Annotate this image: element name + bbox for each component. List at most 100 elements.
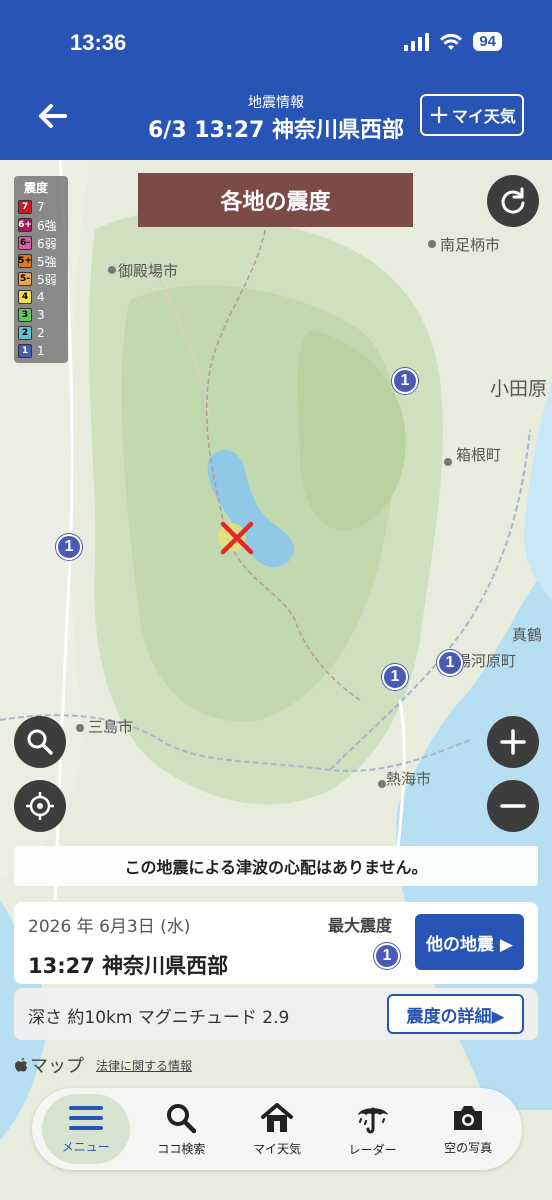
- tab-my-weather[interactable]: マイ天気: [233, 1094, 321, 1164]
- wifi-icon: [440, 33, 463, 50]
- camera-icon: [454, 1105, 483, 1130]
- legend-label: 3: [37, 308, 45, 322]
- legend-chip: 2: [18, 326, 32, 340]
- legend-chip: 4: [18, 290, 32, 304]
- place-atami: 熱海市: [386, 770, 432, 788]
- place-dot: [76, 724, 84, 732]
- intensity-details-button[interactable]: 震度の詳細▶: [387, 994, 524, 1034]
- legend-label: 4: [37, 290, 45, 304]
- legend-row: 4 4: [18, 288, 64, 306]
- page-title: 6/3 13:27 神奈川県西部: [148, 118, 404, 143]
- tab-label: ココ検索: [157, 1141, 206, 1156]
- intensity-legend: 震度 7 7 6+ 6強 6- 6弱 5+ 5強 5- 5弱 4 4 3 3 2…: [14, 176, 68, 363]
- apple-logo-icon: [15, 1058, 28, 1072]
- place-dot: [444, 458, 452, 466]
- legend-label: 7: [37, 200, 45, 214]
- place-manazuru: 真鶴: [512, 626, 543, 644]
- place-dot: [108, 266, 116, 274]
- epicenter-x-icon: [220, 521, 254, 555]
- tab-label: メニュー: [61, 1139, 110, 1154]
- menu-icon: [68, 1105, 103, 1130]
- tab-location-search[interactable]: ココ検索: [137, 1094, 225, 1164]
- search-icon: [27, 729, 53, 755]
- umbrella-icon: [357, 1107, 388, 1133]
- place-mishima: 三島市: [88, 718, 134, 736]
- tab-label: マイ天気: [252, 1141, 301, 1156]
- legend-chip: 5-: [18, 272, 32, 286]
- top-bar: 13:36 94 地震情報 6/3 13:27 神奈川県西部 + マイ天気: [0, 0, 552, 160]
- plus-icon: [500, 729, 526, 755]
- signal-icon: [404, 32, 430, 51]
- status-icons: 94: [404, 32, 502, 51]
- legend-chip: 6+: [18, 218, 32, 232]
- intensity-banner: 各地の震度: [138, 173, 413, 227]
- tab-radar[interactable]: レーダー: [329, 1094, 417, 1164]
- intensity-marker[interactable]: 1: [56, 534, 82, 560]
- legend-chip: 3: [18, 308, 32, 322]
- place-odawara: 小田原: [490, 378, 548, 400]
- battery-indicator: 94: [473, 32, 502, 51]
- legend-chip: 6-: [18, 236, 32, 250]
- crosshair-icon: [26, 792, 54, 820]
- status-time: 13:36: [70, 30, 127, 55]
- map-terrain: [0, 160, 552, 1200]
- map-attribution: マップ 法律に関する情報: [14, 1052, 192, 1078]
- plus-icon: +: [428, 100, 450, 130]
- legend-label: 5弱: [37, 272, 57, 287]
- home-icon: [260, 1102, 293, 1132]
- legend-row: 7 7: [18, 198, 64, 216]
- quake-date: 2026 年 6月3日 (水): [28, 917, 191, 937]
- tab-label: 空の写真: [444, 1140, 493, 1155]
- search-icon: [167, 1103, 197, 1133]
- legend-row: 3 3: [18, 306, 64, 324]
- zoom-in-button[interactable]: [487, 716, 539, 768]
- depth-magnitude-text: 深さ 約10km マグニチュード 2.9: [28, 1008, 290, 1028]
- tab-label: レーダー: [348, 1142, 397, 1157]
- refresh-button[interactable]: [487, 175, 539, 227]
- map-search-button[interactable]: [14, 716, 66, 768]
- legend-row: 6+ 6強: [18, 216, 64, 234]
- my-weather-label: マイ天気: [451, 107, 516, 126]
- tab-sky-photo[interactable]: 空の写真: [424, 1094, 512, 1164]
- place-minami-ashigara: 南足柄市: [440, 236, 501, 254]
- refresh-icon: [501, 187, 525, 214]
- quake-time-place: 13:27 神奈川県西部: [28, 954, 229, 978]
- intensity-marker[interactable]: 1: [382, 664, 408, 690]
- tsunami-notice: この地震による津波の心配はありません。: [14, 846, 538, 886]
- legend-chip: 7: [18, 200, 32, 214]
- bottom-tab-bar: メニュー ココ検索 マイ天気 レーダー 空の写真: [32, 1088, 522, 1170]
- other-earthquakes-button[interactable]: 他の地震 ▶: [415, 914, 524, 970]
- zoom-out-button[interactable]: [487, 780, 539, 832]
- legend-label: 6弱: [37, 236, 57, 251]
- apple-maps-logo: マップ: [14, 1052, 84, 1078]
- legend-row: 5- 5弱: [18, 270, 64, 288]
- legend-label: 6強: [37, 218, 57, 233]
- place-gotemba: 御殿場市: [118, 262, 179, 280]
- max-intensity-label: 最大震度: [328, 916, 393, 935]
- current-location-button[interactable]: [14, 780, 66, 832]
- quake-detail-bar: 深さ 約10km マグニチュード 2.9 震度の詳細▶: [14, 988, 538, 1040]
- tab-menu[interactable]: メニュー: [41, 1094, 130, 1164]
- legend-label: 5強: [37, 254, 57, 269]
- quake-info-card: 2026 年 6月3日 (水) 13:27 神奈川県西部 最大震度 1 他の地震…: [14, 902, 538, 984]
- legal-link[interactable]: 法律に関する情報: [96, 1057, 192, 1074]
- legend-row: 2 2: [18, 324, 64, 342]
- minus-icon: [500, 804, 526, 808]
- legend-row: 6- 6弱: [18, 234, 64, 252]
- intensity-marker[interactable]: 1: [437, 650, 463, 676]
- legend-chip: 1: [18, 344, 32, 358]
- maps-label: マップ: [30, 1056, 84, 1077]
- place-yugawara: 湯河原町: [456, 652, 517, 670]
- legend-label: 1: [37, 344, 45, 358]
- legend-row: 5+ 5強: [18, 252, 64, 270]
- intensity-marker[interactable]: 1: [392, 368, 418, 394]
- place-dot: [378, 780, 386, 788]
- place-hakone: 箱根町: [456, 446, 502, 464]
- legend-row: 1 1: [18, 342, 64, 360]
- legend-title: 震度: [24, 181, 49, 195]
- map-view[interactable]: [0, 160, 552, 1200]
- max-intensity-badge: 1: [374, 943, 400, 969]
- legend-chip: 5+: [18, 254, 32, 268]
- add-my-weather-button[interactable]: + マイ天気: [420, 94, 524, 136]
- place-dot: [428, 240, 436, 248]
